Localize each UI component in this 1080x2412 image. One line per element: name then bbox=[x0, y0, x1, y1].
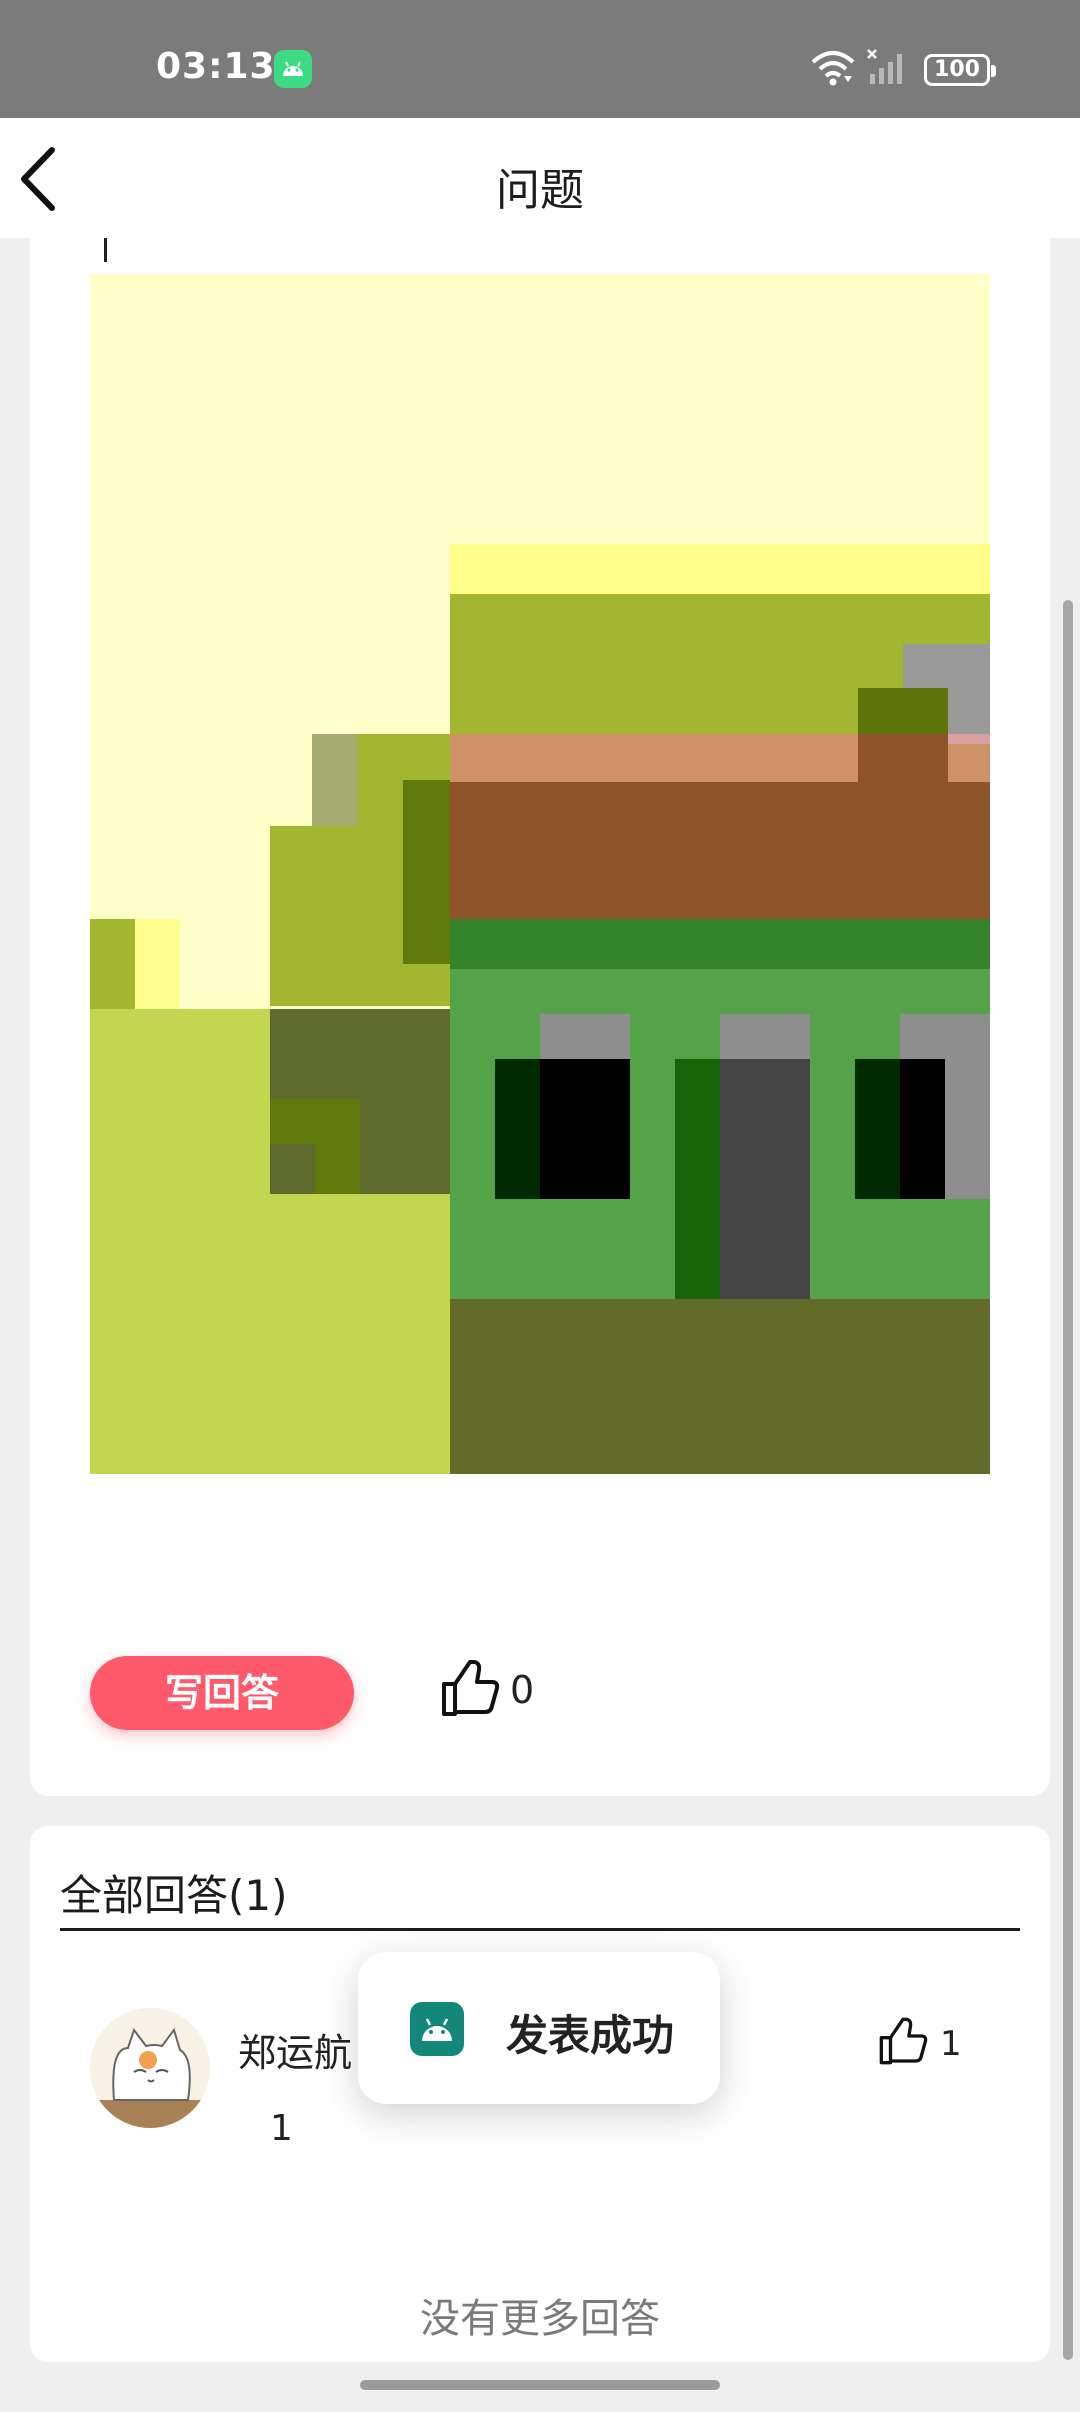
avatar[interactable] bbox=[90, 2008, 210, 2128]
app-header: 问题 bbox=[0, 118, 1080, 238]
android-app-icon bbox=[274, 50, 312, 88]
status-bar: 03:13 100 bbox=[0, 0, 1080, 118]
question-card: 写回答 0 bbox=[30, 238, 1050, 1796]
answer-like-count: 1 bbox=[940, 2024, 962, 2064]
signal-icon bbox=[866, 48, 912, 92]
wifi-icon bbox=[810, 48, 856, 92]
status-time: 03:13 bbox=[156, 46, 276, 87]
thumbs-up-icon[interactable] bbox=[878, 2016, 928, 2070]
thumbs-up-icon[interactable] bbox=[440, 1658, 500, 1722]
gesture-nav-handle[interactable] bbox=[360, 2380, 720, 2390]
android-app-icon bbox=[410, 2002, 464, 2056]
battery-icon: 100 bbox=[924, 54, 996, 86]
page-title: 问题 bbox=[496, 165, 584, 216]
scrollbar[interactable] bbox=[1063, 600, 1073, 2360]
text-cursor bbox=[104, 238, 107, 262]
toast-message: 发表成功 bbox=[506, 2011, 675, 2060]
toast: 发表成功 bbox=[358, 1952, 720, 2104]
answers-heading: 全部回答(1) bbox=[60, 1871, 288, 1920]
answer-author: 郑运航 bbox=[238, 2031, 353, 2075]
question-like-count: 0 bbox=[510, 1668, 535, 1712]
question-image[interactable] bbox=[90, 274, 990, 1474]
answer-content: 1 bbox=[270, 2108, 293, 2149]
no-more-answers: 没有更多回答 bbox=[420, 2296, 660, 2342]
divider bbox=[60, 1928, 1020, 1931]
write-answer-button[interactable]: 写回答 bbox=[90, 1656, 354, 1730]
